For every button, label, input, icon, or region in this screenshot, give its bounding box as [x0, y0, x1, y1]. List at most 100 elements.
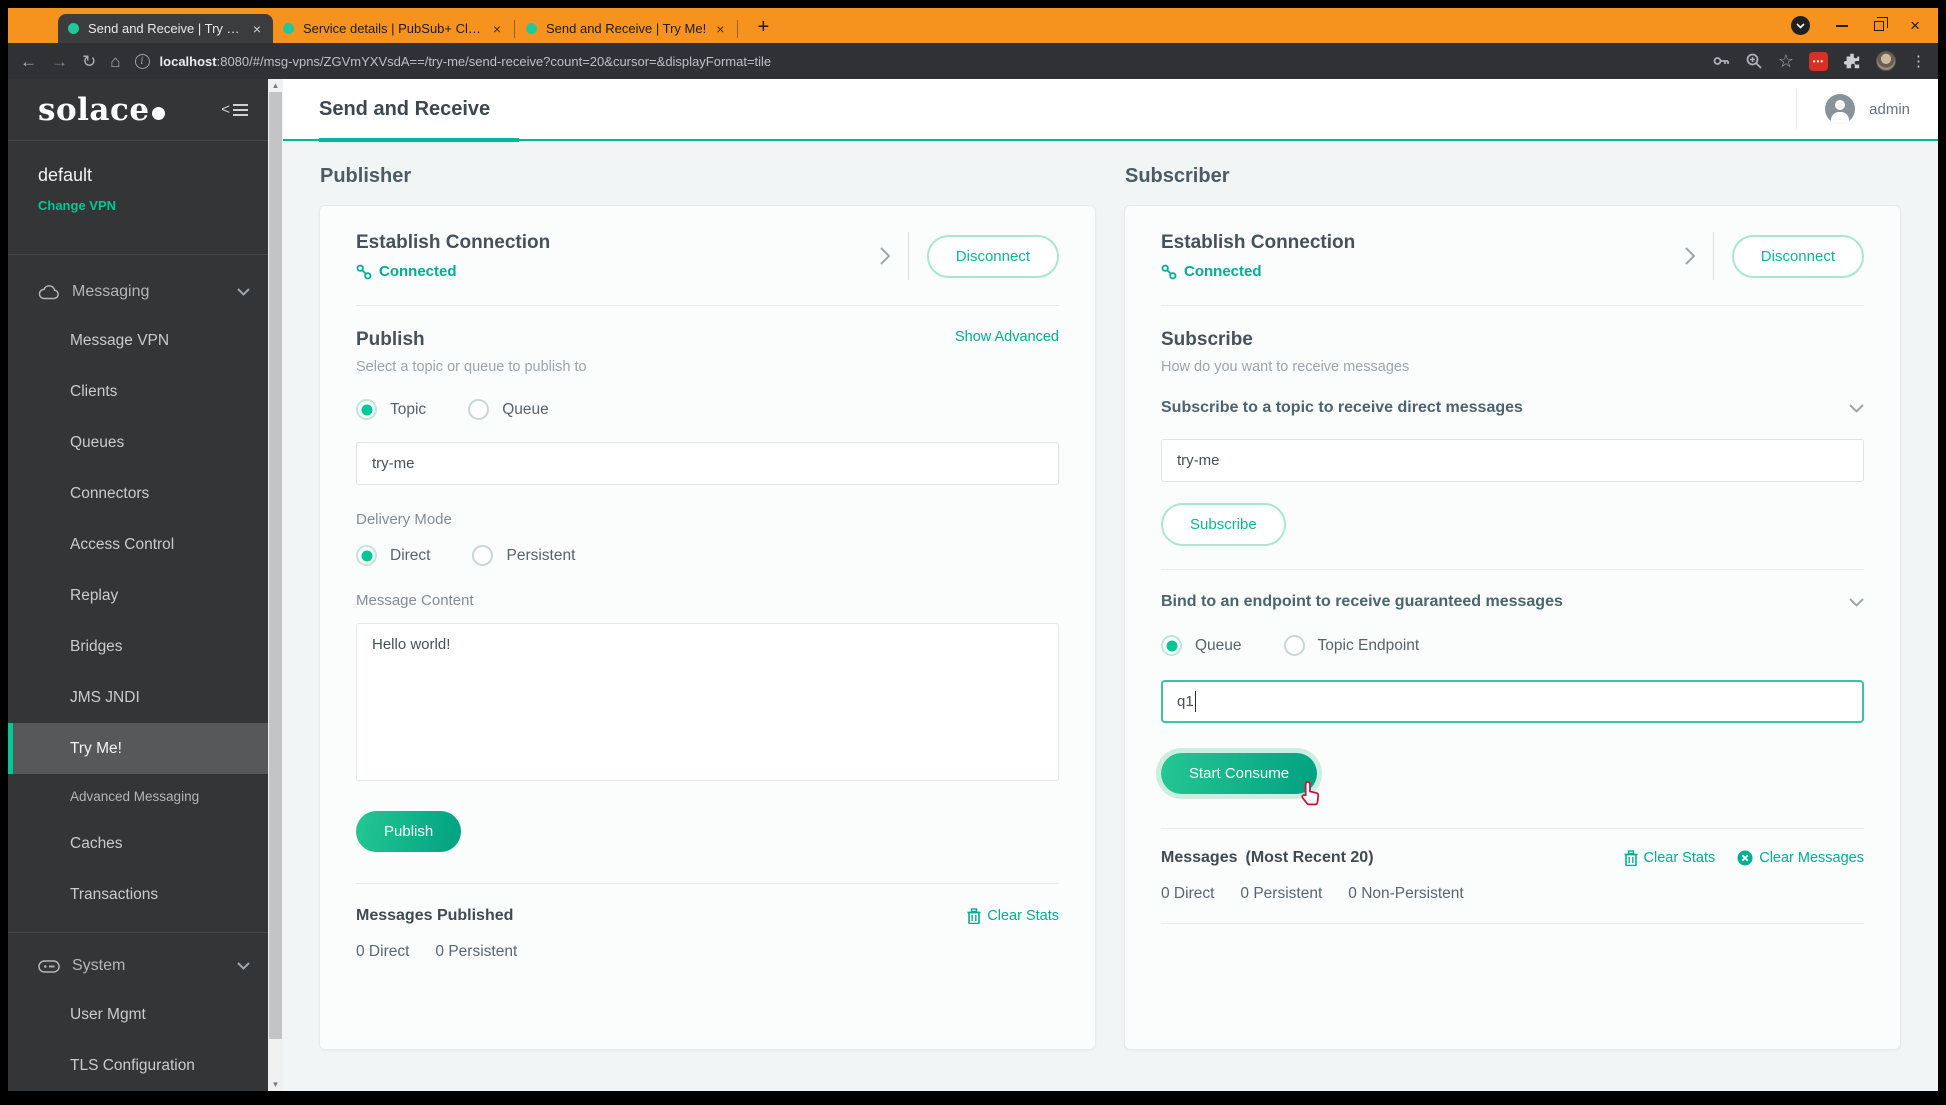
try-me-content: Publisher Establish Connection Connected — [283, 141, 1938, 1091]
home-icon[interactable]: ⌂ — [110, 53, 120, 70]
sidebar-item-advanced-messaging[interactable]: Advanced Messaging — [8, 774, 268, 818]
publisher-disconnect-button[interactable]: Disconnect — [926, 234, 1059, 278]
user-name[interactable]: admin — [1869, 101, 1910, 118]
vpn-name: default — [38, 165, 93, 185]
radio-topic-endpoint[interactable]: Topic Endpoint — [1283, 635, 1419, 656]
subscriber-stats-counts: 0 Direct 0 Persistent 0 Non-Persistent — [1161, 885, 1864, 903]
profile-avatar[interactable] — [1876, 51, 1896, 71]
url-field[interactable]: i localhost:8080/#/msg-vpns/ZGVmYXVsdA==… — [134, 53, 1698, 69]
message-content-label: Message Content — [356, 592, 474, 609]
radio-queue-endpoint[interactable]: Queue — [1161, 635, 1242, 656]
section-divider — [1161, 828, 1864, 829]
nav-section-messaging[interactable]: Messaging — [8, 269, 268, 315]
tab-separator — [737, 20, 739, 38]
publisher-clear-stats-link[interactable]: Clear Stats — [967, 908, 1059, 924]
radio-persistent[interactable]: Persistent — [472, 545, 575, 566]
count-persistent: 0 Persistent — [1240, 885, 1323, 902]
change-vpn-link[interactable]: Change VPN — [38, 198, 238, 213]
sidebar-item-caches[interactable]: Caches — [8, 818, 268, 869]
active-tab-underline — [319, 138, 519, 142]
sidebar-item-jms-jndi[interactable]: JMS JNDI — [8, 672, 268, 723]
reload-icon[interactable]: ↻ — [82, 53, 96, 70]
start-consume-button[interactable]: Start Consume — [1161, 753, 1318, 794]
count-persistent: 0 Persistent — [435, 943, 518, 960]
address-bar: ← → ↻ ⌂ i localhost:8080/#/msg-vpns/ZGVm… — [8, 43, 1938, 79]
system-appliance-icon — [38, 959, 60, 973]
app-scrollbar[interactable]: ▲ ▼ — [268, 79, 283, 1091]
direct-subscribe-section[interactable]: Subscribe to a topic to receive direct m… — [1161, 399, 1864, 417]
tab-send-receive-2[interactable]: Send and Receive | Try Me! × — [516, 14, 736, 43]
chevron-right-icon[interactable] — [1685, 247, 1695, 265]
tab-title: Send and Receive | Try Me! — [546, 21, 707, 36]
circle-x-icon — [1737, 850, 1753, 866]
radio-queue[interactable]: Queue — [468, 399, 549, 420]
nav-section-system[interactable]: System — [8, 943, 268, 989]
sidebar-item-try-me[interactable]: Try Me! — [8, 723, 268, 774]
sidebar-collapse-icon[interactable]: < — [221, 101, 248, 118]
chevron-down-icon[interactable] — [1849, 403, 1864, 413]
subscriber-panel: Subscriber Establish Connection Connecte… — [1124, 163, 1901, 1091]
url-rest: :8080/#/msg-vpns/ZGVmYXVsdA==/try-me/sen… — [216, 53, 772, 69]
tab-close-icon[interactable]: × — [493, 22, 501, 36]
text-caret — [1194, 691, 1197, 712]
trash-icon — [1624, 850, 1637, 866]
sidebar-item-queues[interactable]: Queues — [8, 417, 268, 468]
subscriber-disconnect-button[interactable]: Disconnect — [1731, 234, 1864, 278]
subscriber-clear-stats-link[interactable]: Clear Stats — [1624, 850, 1715, 866]
tab-close-icon[interactable]: × — [716, 22, 724, 36]
radio-topic[interactable]: Topic — [356, 399, 426, 420]
clear-messages-link[interactable]: Clear Messages — [1737, 850, 1864, 866]
tab-close-icon[interactable]: × — [253, 22, 261, 36]
sidebar-item-user-mgmt[interactable]: User Mgmt — [8, 989, 268, 1040]
publish-button[interactable]: Publish — [356, 811, 462, 852]
sidebar-item-access-control[interactable]: Access Control — [8, 519, 268, 570]
show-advanced-link[interactable]: Show Advanced — [955, 329, 1059, 345]
browser-menu-icon[interactable]: ⋮ — [1911, 52, 1926, 70]
subscribe-hint: How do you want to receive messages — [1161, 359, 1410, 375]
browser-update-icon[interactable] — [1791, 16, 1811, 35]
sidebar-item-connectors[interactable]: Connectors — [8, 468, 268, 519]
sidebar-item-bridges[interactable]: Bridges — [8, 621, 268, 672]
subscribe-topic-input[interactable] — [1161, 439, 1864, 482]
scrollbar-thumb[interactable] — [269, 92, 282, 1039]
sidebar-item-clients[interactable]: Clients — [8, 366, 268, 417]
tab-send-receive-1[interactable]: Send and Receive | Try Me! × — [58, 14, 273, 43]
browser-titlebar: Send and Receive | Try Me! × Service det… — [8, 8, 1938, 43]
key-icon[interactable] — [1712, 52, 1730, 70]
extensions-puzzle-icon[interactable] — [1843, 52, 1861, 70]
site-info-icon[interactable]: i — [134, 53, 150, 69]
extension-red-icon[interactable]: ••• — [1809, 51, 1828, 71]
new-tab-button[interactable]: + — [751, 16, 775, 39]
scrollbar-down-arrow[interactable]: ▼ — [268, 1080, 283, 1089]
back-icon[interactable]: ← — [20, 53, 37, 70]
chevron-right-icon[interactable] — [880, 247, 890, 265]
zoom-icon[interactable] — [1745, 52, 1763, 70]
restore-button[interactable] — [1874, 16, 1889, 31]
tab-strip: Send and Receive | Try Me! × Service det… — [8, 8, 775, 43]
user-avatar-icon[interactable] — [1825, 94, 1856, 124]
endpoint-radio-group: Queue Topic Endpoint — [1161, 635, 1864, 656]
close-button[interactable]: × — [1910, 17, 1920, 34]
radio-dot — [356, 399, 377, 420]
subscribe-button[interactable]: Subscribe — [1161, 503, 1286, 546]
publish-topic-input[interactable] — [356, 442, 1059, 485]
radio-direct[interactable]: Direct — [356, 545, 430, 566]
tab-service-details[interactable]: Service details | PubSub+ Cloud × — [273, 14, 513, 43]
bind-queue-input[interactable]: q1 — [1161, 680, 1864, 723]
message-content-textarea[interactable]: Hello world! — [356, 623, 1059, 781]
count-direct: 0 Direct — [356, 943, 410, 960]
sidebar-item-replay[interactable]: Replay — [8, 570, 268, 621]
cloud-icon — [38, 284, 59, 299]
scrollbar-up-arrow[interactable]: ▲ — [268, 81, 283, 90]
url-text: localhost:8080/#/msg-vpns/ZGVmYXVsdA==/t… — [160, 54, 772, 69]
sidebar-item-message-vpn[interactable]: Message VPN — [8, 315, 268, 366]
sidebar-item-tls-configuration[interactable]: TLS Configuration — [8, 1040, 268, 1091]
bind-endpoint-section[interactable]: Bind to an endpoint to receive guarantee… — [1161, 593, 1864, 611]
page-title: Send and Receive — [319, 97, 491, 120]
forward-icon[interactable]: → — [51, 53, 68, 70]
bookmark-star-icon[interactable]: ☆ — [1778, 52, 1794, 70]
subscriber-connection-status: Connected — [1184, 263, 1262, 280]
chevron-down-icon[interactable] — [1849, 597, 1864, 607]
minimize-button[interactable] — [1836, 24, 1849, 27]
sidebar-item-transactions[interactable]: Transactions — [8, 869, 268, 920]
